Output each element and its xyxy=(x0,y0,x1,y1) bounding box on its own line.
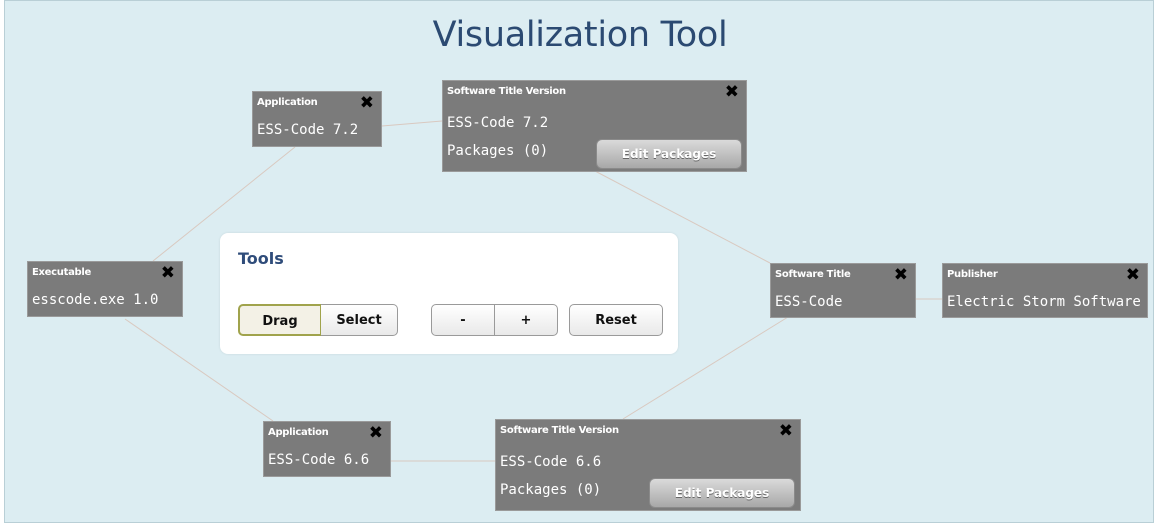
node-application-7-2[interactable]: Application ✖ ESS-Code 7.2 xyxy=(252,91,382,147)
close-icon[interactable]: ✖ xyxy=(1126,265,1140,285)
node-software-title-version-6-6[interactable]: Software Title Version ✖ ESS-Code 6.6 Pa… xyxy=(495,419,801,511)
node-type-label: Application xyxy=(268,427,329,438)
node-type-label: Publisher xyxy=(947,269,998,280)
select-mode-button[interactable]: Select xyxy=(321,304,398,336)
close-icon[interactable]: ✖ xyxy=(369,423,383,443)
packages-count: Packages (0) xyxy=(500,482,602,498)
zoom-out-button[interactable]: - xyxy=(431,304,495,336)
close-icon[interactable]: ✖ xyxy=(161,263,175,283)
node-type-label: Software Title Version xyxy=(447,86,566,97)
node-application-6-6[interactable]: Application ✖ ESS-Code 6.6 xyxy=(263,421,391,477)
node-value: Electric Storm Software xyxy=(947,294,1141,310)
close-icon[interactable]: ✖ xyxy=(360,93,374,113)
node-publisher[interactable]: Publisher ✖ Electric Storm Software xyxy=(942,263,1148,318)
close-icon[interactable]: ✖ xyxy=(894,265,908,285)
close-icon[interactable]: ✖ xyxy=(779,421,793,441)
node-value: esscode.exe 1.0 xyxy=(32,292,159,308)
reset-button[interactable]: Reset xyxy=(569,304,663,336)
node-value: ESS-Code 7.2 xyxy=(257,122,359,138)
node-type-label: Executable xyxy=(32,267,92,278)
node-value: ESS-Code 7.2 xyxy=(447,115,549,131)
close-icon[interactable]: ✖ xyxy=(725,82,739,102)
node-software-title[interactable]: Software Title ✖ ESS-Code xyxy=(770,263,916,318)
drag-mode-button[interactable]: Drag xyxy=(238,304,322,336)
node-value: ESS-Code 6.6 xyxy=(500,454,602,470)
graph-canvas[interactable]: Visualization Tool Application ✖ ESS-Cod… xyxy=(4,0,1154,523)
node-executable[interactable]: Executable ✖ esscode.exe 1.0 xyxy=(27,261,183,317)
node-value: ESS-Code xyxy=(775,294,843,310)
edge-app72-stv72 xyxy=(381,120,443,127)
zoom-in-button[interactable]: + xyxy=(494,304,558,336)
tools-title: Tools xyxy=(238,249,284,268)
page-title: Visualization Tool xyxy=(432,15,728,55)
edit-packages-button[interactable]: Edit Packages xyxy=(649,478,795,508)
packages-count: Packages (0) xyxy=(447,143,549,159)
node-value: ESS-Code 6.6 xyxy=(268,452,370,468)
node-type-label: Software Title xyxy=(775,269,851,280)
edit-packages-button[interactable]: Edit Packages xyxy=(596,139,742,169)
tools-panel: Tools Drag Select - + Reset xyxy=(220,233,678,354)
node-software-title-version-7-2[interactable]: Software Title Version ✖ ESS-Code 7.2 Pa… xyxy=(442,80,747,172)
node-type-label: Software Title Version xyxy=(500,425,619,436)
node-type-label: Application xyxy=(257,97,318,108)
